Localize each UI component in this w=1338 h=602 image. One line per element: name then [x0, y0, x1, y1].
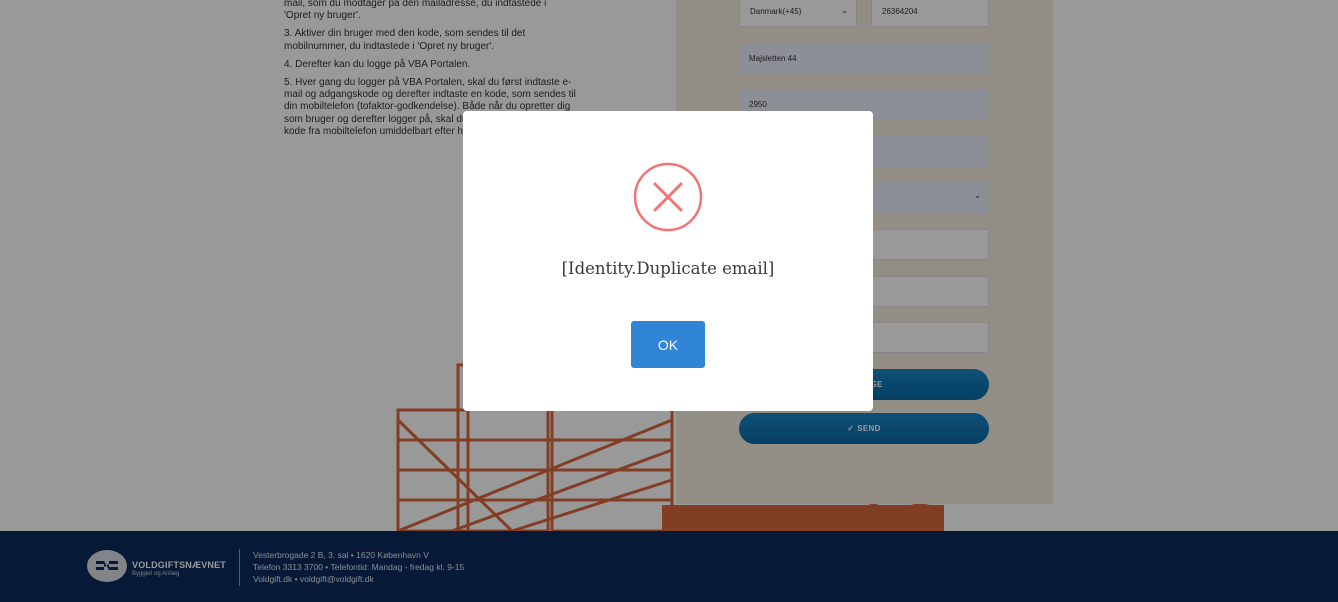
dialog-message: [Identity.Duplicate email]	[561, 259, 775, 278]
error-dialog: [Identity.Duplicate email] OK	[463, 111, 873, 411]
ok-button[interactable]: OK	[631, 321, 705, 368]
x-circle-icon	[633, 162, 703, 232]
